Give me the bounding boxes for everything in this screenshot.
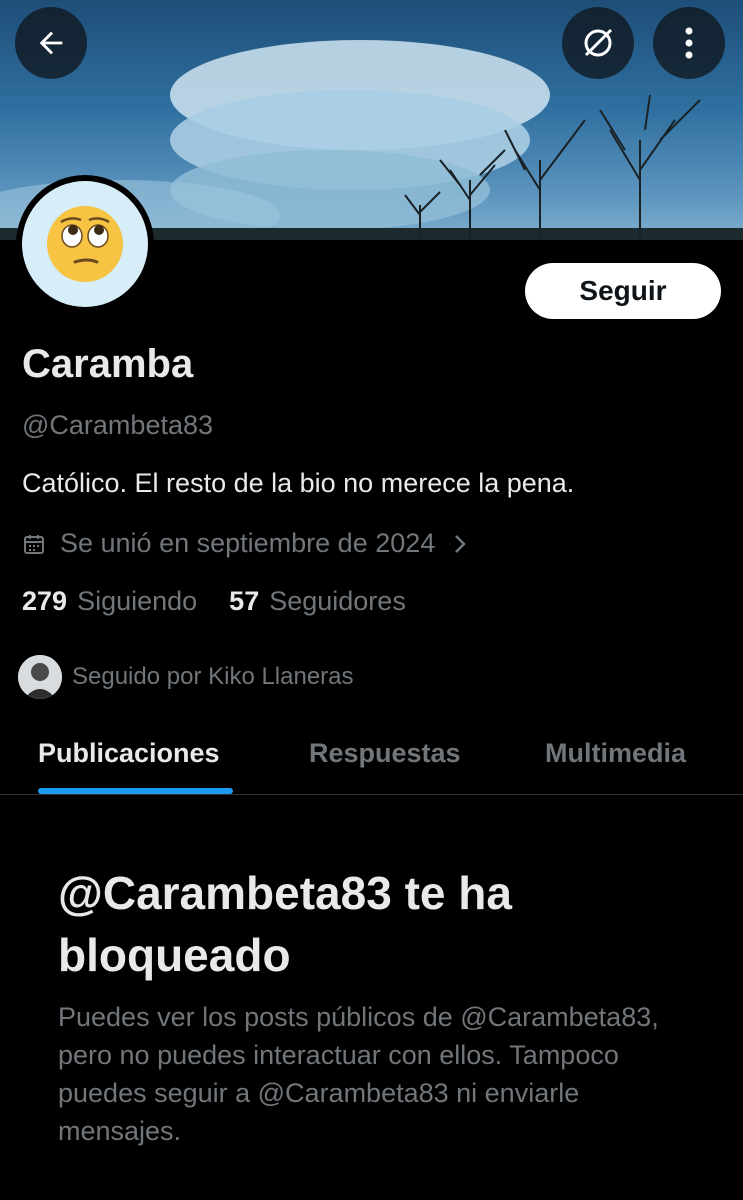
followed-by-label: Seguido por Kiko Llaneras: [72, 663, 354, 690]
more-vertical-icon: [685, 27, 693, 59]
tab-publicaciones[interactable]: Publicaciones: [38, 738, 220, 769]
tab-respuestas[interactable]: Respuestas: [309, 738, 461, 769]
following-count: 279: [22, 586, 68, 616]
following-label: Siguiendo: [77, 586, 198, 616]
follow-button[interactable]: Seguir: [525, 263, 721, 319]
profile-stats: 279 Siguiendo 57 Seguidores: [22, 586, 438, 617]
face-with-rolling-eyes-emoji: [47, 206, 123, 282]
followers-stat[interactable]: 57 Seguidores: [229, 586, 406, 617]
followers-count: 57: [229, 586, 260, 616]
join-date[interactable]: Se unió en septiembre de 2024: [22, 528, 467, 559]
tab-multimedia[interactable]: Multimedia: [545, 738, 686, 769]
join-date-label: Se unió en septiembre de 2024: [60, 528, 436, 558]
follower-avatar: [18, 655, 62, 699]
profile-tabs: Publicaciones Respuestas Multimedia: [0, 720, 743, 795]
calendar-icon: [24, 534, 44, 554]
profile-name: Caramba: [22, 342, 194, 386]
arrow-left-icon: [39, 31, 63, 55]
followed-by[interactable]: Seguido por Kiko Llaneras: [18, 655, 354, 699]
chevron-right-icon: [455, 534, 467, 553]
active-tab-indicator: [38, 788, 233, 794]
blocked-description: Puedes ver los posts públicos de @Caramb…: [58, 1002, 659, 1146]
profile-bio: Católico. El resto de la bio no merece l…: [22, 468, 575, 498]
grok-icon: [584, 28, 613, 57]
profile-handle: @Carambeta83: [22, 410, 214, 440]
profile-avatar[interactable]: [16, 175, 154, 313]
more-options-button[interactable]: [653, 7, 725, 79]
back-button[interactable]: [15, 7, 87, 79]
grok-button[interactable]: [562, 7, 634, 79]
following-stat[interactable]: 279 Siguiendo: [22, 586, 197, 617]
followers-label: Seguidores: [269, 586, 406, 616]
blocked-title: @Carambeta83 te ha bloqueado: [58, 867, 512, 981]
